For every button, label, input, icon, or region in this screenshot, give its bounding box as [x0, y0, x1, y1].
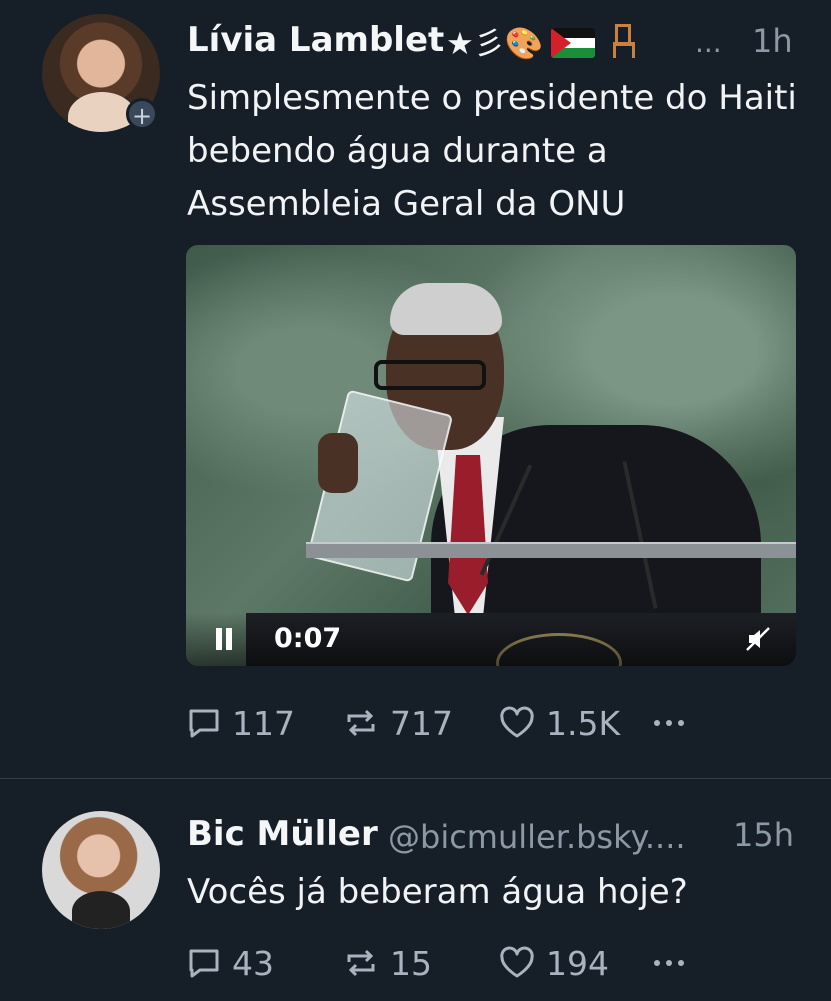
- repost-button[interactable]: 15: [342, 938, 432, 988]
- repost-arrows-icon: [347, 709, 375, 737]
- post[interactable]: + Lívia Lamblet ★彡🎨 ... 1h Simplesmente …: [0, 0, 831, 778]
- pause-icon[interactable]: [214, 628, 234, 650]
- follow-button[interactable]: +: [126, 98, 158, 130]
- heart-icon: [500, 946, 534, 978]
- more-dots-icon[interactable]: [654, 938, 684, 988]
- name-truncation: ...: [695, 26, 722, 59]
- reply-count: 117: [232, 703, 295, 743]
- like-count: 194: [546, 943, 609, 983]
- like-button[interactable]: 194: [498, 938, 609, 988]
- like-count: 1.5K: [546, 703, 621, 743]
- author-name-decoration: ★彡🎨: [446, 18, 637, 63]
- more-dots-icon[interactable]: [654, 698, 684, 748]
- reply-button[interactable]: 117: [186, 698, 295, 748]
- author-name[interactable]: Lívia Lamblet: [187, 20, 444, 60]
- palestine-flag-icon: [551, 28, 596, 58]
- repost-count: 717: [390, 703, 453, 743]
- post-time[interactable]: 1h: [752, 22, 793, 60]
- speech-bubble-icon: [189, 949, 219, 978]
- post-time[interactable]: 15h: [733, 816, 794, 854]
- post-text: Vocês já beberam água hoje?: [187, 872, 688, 912]
- repost-arrows-icon: [347, 949, 375, 977]
- like-button[interactable]: 1.5K: [498, 698, 620, 748]
- author-avatar[interactable]: [42, 811, 160, 929]
- heart-icon: [500, 706, 534, 738]
- post-actions: 117 717 1.5K: [186, 698, 806, 748]
- repost-button[interactable]: 717: [342, 698, 453, 748]
- reply-button[interactable]: 43: [186, 938, 274, 988]
- name-decor-text: ★彡🎨: [446, 26, 544, 62]
- author-name[interactable]: Bic Müller: [187, 814, 378, 854]
- speech-bubble-icon: [189, 709, 219, 738]
- chair-icon: [613, 24, 637, 58]
- video-player[interactable]: 0:07: [186, 245, 796, 666]
- post-actions: 43 15 194: [186, 938, 806, 988]
- video-controls: 0:07: [186, 613, 796, 666]
- muted-speaker-icon[interactable]: [744, 625, 772, 653]
- post-text: Simplesmente o presidente do Haiti beben…: [187, 78, 797, 224]
- reply-count: 43: [232, 943, 274, 983]
- video-elapsed-time: 0:07: [274, 623, 342, 654]
- author-handle[interactable]: @bicmuller.bsky....: [388, 818, 686, 856]
- repost-count: 15: [390, 943, 432, 983]
